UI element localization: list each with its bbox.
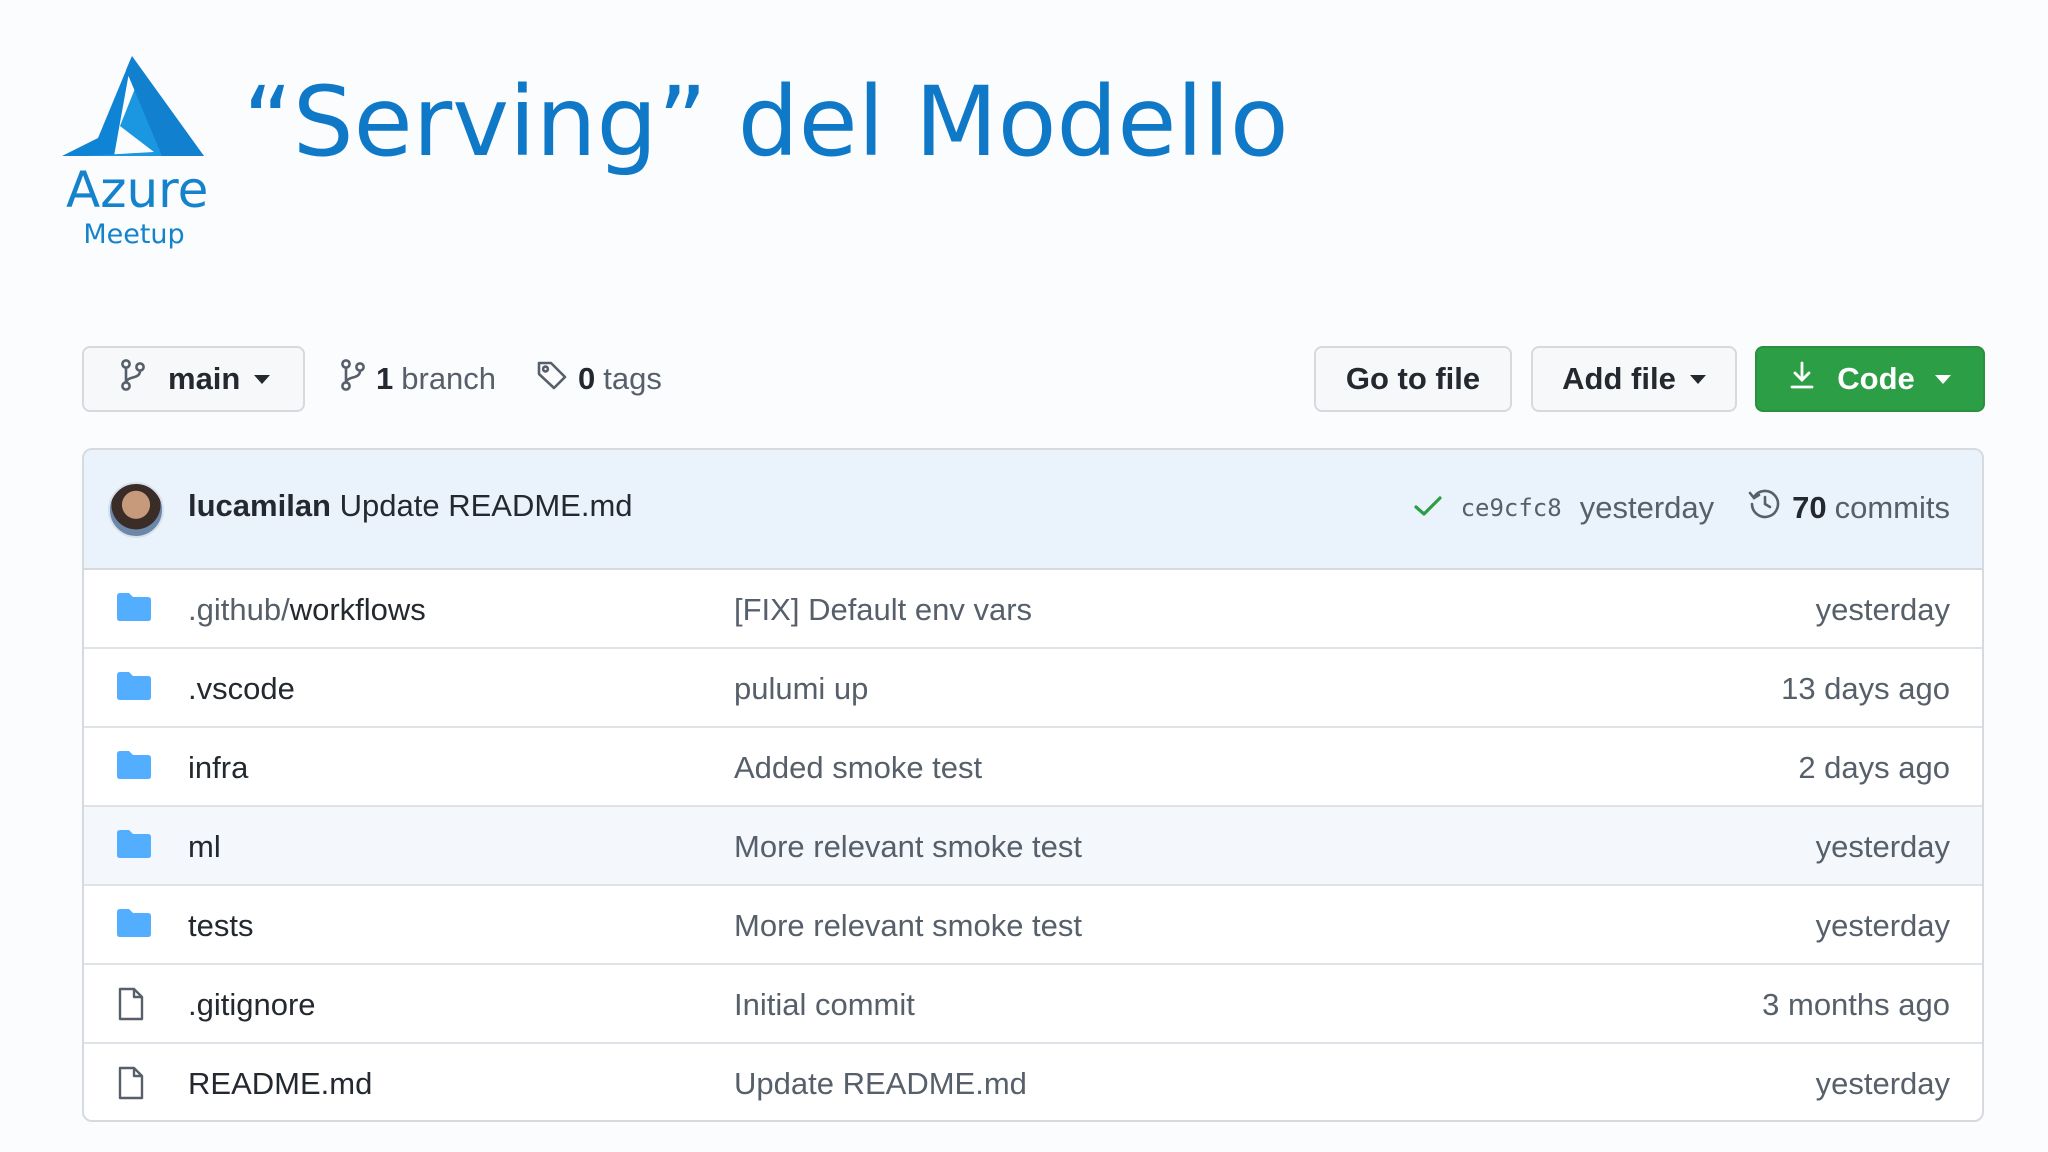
code-button[interactable]: Code [1755, 346, 1985, 412]
tag-icon [536, 359, 568, 399]
logo-wordmark: Azure [66, 161, 209, 219]
tag-count: 0 [578, 361, 596, 396]
add-file-button[interactable]: Add file [1531, 346, 1737, 412]
branch-select-button[interactable]: main [82, 346, 305, 412]
file-commit-message[interactable]: [FIX] Default env vars [734, 592, 1032, 628]
file-commit-message[interactable]: pulumi up [734, 671, 868, 707]
table-row[interactable]: tests More relevant smoke test yesterday [84, 886, 1982, 965]
file-table: lucamilan Update README.md ce9cfc8 yeste… [82, 448, 1984, 1122]
file-name: README.md [188, 1066, 373, 1101]
file-name-link[interactable]: README.md [188, 1066, 372, 1102]
file-commit-date: yesterday [1815, 829, 1950, 864]
repo-toolbar: main 1 branch 0 tags Go to file Add file… [82, 346, 1985, 414]
tag-label: tags [603, 361, 662, 396]
file-commit-message[interactable]: Added smoke test [734, 750, 982, 786]
folder-icon [116, 592, 152, 630]
file-name: infra [188, 750, 249, 785]
file-commit-date: 13 days ago [1781, 671, 1950, 706]
avatar[interactable] [108, 482, 164, 538]
file-name-link[interactable]: .gitignore [188, 987, 316, 1023]
folder-icon [116, 671, 152, 709]
file-commit-date: yesterday [1815, 592, 1950, 627]
file-name-link[interactable]: tests [188, 908, 253, 944]
commits-history-link[interactable]: 70 commits [1748, 487, 1950, 529]
chevron-down-icon [254, 374, 271, 384]
table-row[interactable]: infra Added smoke test 2 days ago [84, 728, 1982, 807]
file-name: .gitignore [188, 987, 316, 1022]
git-branch-icon [120, 359, 146, 399]
branches-link[interactable]: 1 branch [340, 346, 496, 412]
download-icon [1789, 360, 1815, 398]
go-to-file-button[interactable]: Go to file [1314, 346, 1512, 412]
file-name-prefix: .github/ [188, 592, 290, 627]
file-commit-message[interactable]: Update README.md [734, 1066, 1027, 1102]
azure-meetup-logo: Azure Meetup [62, 52, 209, 252]
commit-author[interactable]: lucamilan [188, 488, 331, 523]
branch-label: branch [401, 361, 497, 396]
table-row[interactable]: .gitignore Initial commit 3 months ago [84, 965, 1982, 1044]
chevron-down-icon [1689, 374, 1706, 384]
folder-icon [116, 750, 152, 788]
file-commit-date: 3 months ago [1762, 987, 1950, 1022]
folder-icon [116, 829, 152, 867]
slide-title: “Serving” del Modello [243, 66, 1289, 178]
table-row[interactable]: README.md Update README.md yesterday [84, 1044, 1982, 1120]
git-branch-icon [340, 359, 366, 399]
commit-time: yesterday [1579, 490, 1715, 525]
file-name-link[interactable]: infra [188, 750, 248, 786]
tags-link[interactable]: 0 tags [536, 346, 662, 412]
chevron-down-icon [1934, 374, 1951, 384]
file-list: .github/workflows [FIX] Default env vars y… [84, 570, 1982, 1120]
file-commit-date: 2 days ago [1798, 750, 1950, 785]
file-name-link[interactable]: ml [188, 829, 221, 865]
latest-commit-bar: lucamilan Update README.md ce9cfc8 yeste… [84, 450, 1982, 570]
add-file-label: Add file [1562, 361, 1676, 396]
slide: Azure Meetup “Serving” del Modello main [0, 0, 2048, 1152]
logo-subtitle: Meetup [83, 219, 185, 250]
history-icon [1748, 487, 1782, 529]
file-name: ml [188, 829, 221, 864]
file-commit-date: yesterday [1815, 908, 1950, 943]
folder-icon [116, 908, 152, 946]
branch-select-label: main [168, 361, 241, 396]
file-icon [116, 1066, 146, 1108]
commit-message[interactable]: Update README.md [340, 488, 633, 523]
azure-logo-icon [62, 56, 204, 156]
file-name-link[interactable]: .vscode [188, 671, 295, 707]
file-commit-message[interactable]: Initial commit [734, 987, 915, 1023]
code-label: Code [1837, 361, 1915, 396]
file-icon [116, 987, 146, 1029]
table-row[interactable]: .github/workflows [FIX] Default env vars y… [84, 570, 1982, 649]
file-commit-message[interactable]: More relevant smoke test [734, 908, 1082, 944]
commits-label: commits [1834, 490, 1950, 525]
check-icon [1413, 490, 1443, 526]
file-name: tests [188, 908, 254, 943]
file-commit-message[interactable]: More relevant smoke test [734, 829, 1082, 865]
file-name: workflows [289, 592, 426, 627]
commit-meta: ce9cfc8 yesterday 70 commits [1413, 480, 1950, 536]
file-name-link[interactable]: .github/workflows [188, 592, 426, 628]
latest-commit-message: lucamilan Update README.md [188, 488, 633, 524]
branch-count: 1 [376, 361, 394, 396]
commit-sha[interactable]: ce9cfc8 [1461, 494, 1562, 522]
file-commit-date: yesterday [1815, 1066, 1950, 1101]
table-row[interactable]: .vscode pulumi up 13 days ago [84, 649, 1982, 728]
file-name: .vscode [188, 671, 295, 706]
commits-count: 70 [1792, 490, 1827, 525]
table-row[interactable]: ml More relevant smoke test yesterday [84, 807, 1982, 886]
